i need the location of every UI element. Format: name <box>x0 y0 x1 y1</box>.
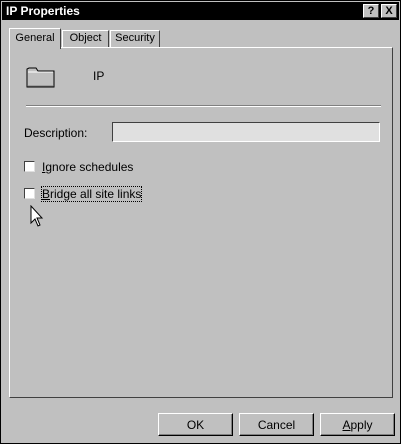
title-bar[interactable]: IP Properties ? X <box>2 2 399 20</box>
description-label: Description: <box>24 126 88 140</box>
general-tab-panel: IP Description: Ignore schedules Bridge … <box>9 47 393 398</box>
ok-button[interactable]: OK <box>158 413 233 436</box>
ignore-schedules-label[interactable]: Ignore schedules <box>42 160 133 174</box>
object-name: IP <box>93 69 105 83</box>
description-field[interactable] <box>112 122 380 142</box>
cancel-button[interactable]: Cancel <box>239 413 314 436</box>
window-title: IP Properties <box>6 4 80 18</box>
tab-general[interactable]: General <box>9 28 61 49</box>
bridge-all-site-links-checkbox[interactable] <box>24 188 35 199</box>
mouse-pointer-icon <box>30 205 44 227</box>
bridge-all-site-links-label[interactable]: Bridge all site links <box>40 186 143 202</box>
folder-icon <box>26 67 55 88</box>
separator <box>26 105 381 107</box>
help-button[interactable]: ? <box>363 4 379 18</box>
apply-button[interactable]: Apply <box>320 413 395 436</box>
close-button[interactable]: X <box>381 4 397 18</box>
tab-security[interactable]: Security <box>110 30 160 47</box>
ignore-schedules-checkbox[interactable] <box>24 161 35 172</box>
tab-object[interactable]: Object <box>62 30 109 47</box>
ip-properties-dialog: IP Properties ? X General Object Securit… <box>0 0 401 444</box>
